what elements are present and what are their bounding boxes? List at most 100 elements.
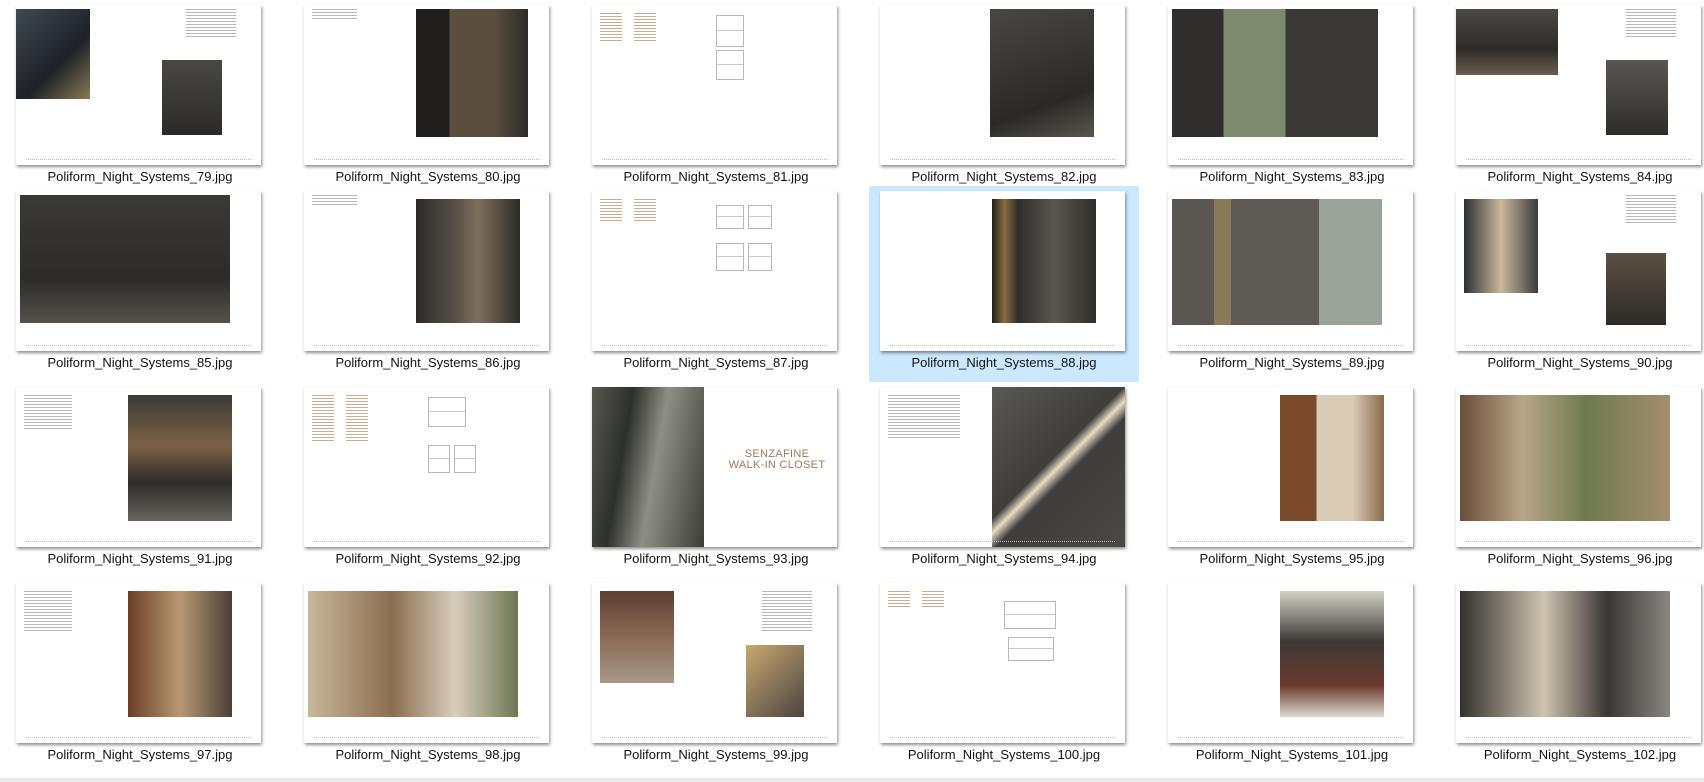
text-block-region	[312, 395, 334, 443]
file-thumbnail[interactable]	[880, 5, 1125, 165]
file-name-label[interactable]: Poliform_Night_Systems_88.jpg	[869, 355, 1139, 370]
file-thumbnail[interactable]	[16, 387, 261, 547]
file-item[interactable]: Poliform_Night_Systems_100.jpg	[869, 578, 1139, 774]
file-item[interactable]: Poliform_Night_Systems_84.jpg	[1445, 0, 1704, 196]
text-block-region	[634, 199, 656, 223]
drawing-region	[1004, 601, 1056, 629]
file-item[interactable]: Poliform_Night_Systems_101.jpg	[1157, 578, 1427, 774]
file-name-label[interactable]: Poliform_Night_Systems_84.jpg	[1445, 169, 1704, 184]
file-item[interactable]: Poliform_Night_Systems_94.jpg	[869, 382, 1139, 578]
file-name-label[interactable]: Poliform_Night_Systems_91.jpg	[5, 551, 275, 566]
file-name-label[interactable]: Poliform_Night_Systems_98.jpg	[293, 747, 563, 762]
file-thumbnail[interactable]	[1168, 387, 1413, 547]
page-footer-line	[890, 541, 1115, 543]
file-thumbnail[interactable]	[1168, 583, 1413, 743]
file-name-label[interactable]: Poliform_Night_Systems_95.jpg	[1157, 551, 1427, 566]
file-item[interactable]: Poliform_Night_Systems_95.jpg	[1157, 382, 1427, 578]
file-thumbnail[interactable]: SENZAFINE WALK-IN CLOSET	[592, 387, 837, 547]
file-thumbnail[interactable]	[304, 387, 549, 547]
file-item[interactable]: Poliform_Night_Systems_86.jpg	[293, 186, 563, 382]
photo-region	[592, 387, 704, 547]
file-name-label[interactable]: Poliform_Night_Systems_102.jpg	[1445, 747, 1704, 762]
file-item[interactable]: Poliform_Night_Systems_80.jpg	[293, 0, 563, 196]
file-item[interactable]: Poliform_Night_Systems_96.jpg	[1445, 382, 1704, 578]
file-name-label[interactable]: Poliform_Night_Systems_86.jpg	[293, 355, 563, 370]
page-footer-line	[1178, 541, 1403, 543]
file-thumbnail[interactable]	[1456, 5, 1701, 165]
file-name-label[interactable]: Poliform_Night_Systems_85.jpg	[5, 355, 275, 370]
file-thumbnail[interactable]	[592, 5, 837, 165]
thumbnail-image	[592, 583, 837, 743]
page-footer-line	[602, 159, 827, 161]
drawing-region	[716, 205, 744, 229]
file-name-label[interactable]: Poliform_Night_Systems_80.jpg	[293, 169, 563, 184]
file-thumbnail[interactable]	[592, 583, 837, 743]
file-item[interactable]: Poliform_Night_Systems_97.jpg	[5, 578, 275, 774]
file-item[interactable]: Poliform_Night_Systems_81.jpg	[581, 0, 851, 196]
file-thumbnail[interactable]	[880, 583, 1125, 743]
photo-region	[1460, 591, 1670, 717]
file-name-label[interactable]: Poliform_Night_Systems_83.jpg	[1157, 169, 1427, 184]
page-footer-line	[314, 159, 539, 161]
file-item[interactable]: Poliform_Night_Systems_91.jpg	[5, 382, 275, 578]
file-name-label[interactable]: Poliform_Night_Systems_97.jpg	[5, 747, 275, 762]
file-name-label[interactable]: Poliform_Night_Systems_96.jpg	[1445, 551, 1704, 566]
photo-region	[416, 9, 528, 137]
file-item[interactable]: Poliform_Night_Systems_89.jpg	[1157, 186, 1427, 382]
file-thumbnail[interactable]	[1456, 191, 1701, 351]
thumbnail-image	[592, 191, 837, 351]
file-name-label[interactable]: Poliform_Night_Systems_99.jpg	[581, 747, 851, 762]
file-thumbnail[interactable]	[304, 583, 549, 743]
file-thumbnail[interactable]	[1168, 5, 1413, 165]
file-thumbnail[interactable]	[880, 387, 1125, 547]
file-name-label[interactable]: Poliform_Night_Systems_93.jpg	[581, 551, 851, 566]
file-thumbnail[interactable]	[16, 5, 261, 165]
thumbnail-image	[16, 191, 261, 351]
drawing-region	[716, 15, 744, 47]
thumbnail-image	[304, 5, 549, 165]
page-footer-line	[314, 541, 539, 543]
file-item[interactable]: Poliform_Night_Systems_92.jpg	[293, 382, 563, 578]
text-block-region	[312, 9, 357, 19]
file-item[interactable]: Poliform_Night_Systems_98.jpg	[293, 578, 563, 774]
file-name-label[interactable]: Poliform_Night_Systems_92.jpg	[293, 551, 563, 566]
file-thumbnail[interactable]	[880, 191, 1125, 351]
file-thumbnail[interactable]	[1168, 191, 1413, 351]
thumbnail-image	[16, 583, 261, 743]
file-name-label[interactable]: Poliform_Night_Systems_89.jpg	[1157, 355, 1427, 370]
file-name-label[interactable]: Poliform_Night_Systems_100.jpg	[869, 747, 1139, 762]
photo-region	[992, 387, 1125, 547]
file-name-label[interactable]: Poliform_Night_Systems_82.jpg	[869, 169, 1139, 184]
file-thumbnail[interactable]	[1456, 387, 1701, 547]
page-footer-line	[1178, 737, 1403, 739]
thumbnail-image	[304, 387, 549, 547]
file-item[interactable]: Poliform_Night_Systems_82.jpg	[869, 0, 1139, 196]
file-item[interactable]: SENZAFINE WALK-IN CLOSET Poliform_Night_Sy…	[581, 382, 851, 578]
file-item[interactable]: Poliform_Night_Systems_79.jpg	[5, 0, 275, 196]
file-item[interactable]: Poliform_Night_Systems_102.jpg	[1445, 578, 1704, 774]
file-thumbnail[interactable]	[16, 191, 261, 351]
file-item[interactable]: Poliform_Night_Systems_83.jpg	[1157, 0, 1427, 196]
file-name-label[interactable]: Poliform_Night_Systems_94.jpg	[869, 551, 1139, 566]
file-name-label[interactable]: Poliform_Night_Systems_101.jpg	[1157, 747, 1427, 762]
text-block-region	[634, 13, 656, 41]
file-item[interactable]: Poliform_Night_Systems_85.jpg	[5, 186, 275, 382]
file-name-label[interactable]: Poliform_Night_Systems_79.jpg	[5, 169, 275, 184]
text-block-region	[1626, 195, 1676, 225]
file-item[interactable]: Poliform_Night_Systems_90.jpg	[1445, 186, 1704, 382]
thumbnail-image	[1168, 5, 1413, 165]
file-thumbnail[interactable]	[304, 5, 549, 165]
file-thumbnail[interactable]	[592, 191, 837, 351]
thumbnail-image	[1456, 583, 1701, 743]
file-item[interactable]: Poliform_Night_Systems_88.jpg	[869, 186, 1139, 382]
file-item[interactable]: Poliform_Night_Systems_99.jpg	[581, 578, 851, 774]
file-thumbnail[interactable]	[16, 583, 261, 743]
thumbnail-image	[16, 5, 261, 165]
file-thumbnail[interactable]	[1456, 583, 1701, 743]
file-thumbnail[interactable]	[304, 191, 549, 351]
file-name-label[interactable]: Poliform_Night_Systems_81.jpg	[581, 169, 851, 184]
file-item[interactable]: Poliform_Night_Systems_87.jpg	[581, 186, 851, 382]
thumbnail-image	[880, 5, 1125, 165]
file-name-label[interactable]: Poliform_Night_Systems_90.jpg	[1445, 355, 1704, 370]
file-name-label[interactable]: Poliform_Night_Systems_87.jpg	[581, 355, 851, 370]
